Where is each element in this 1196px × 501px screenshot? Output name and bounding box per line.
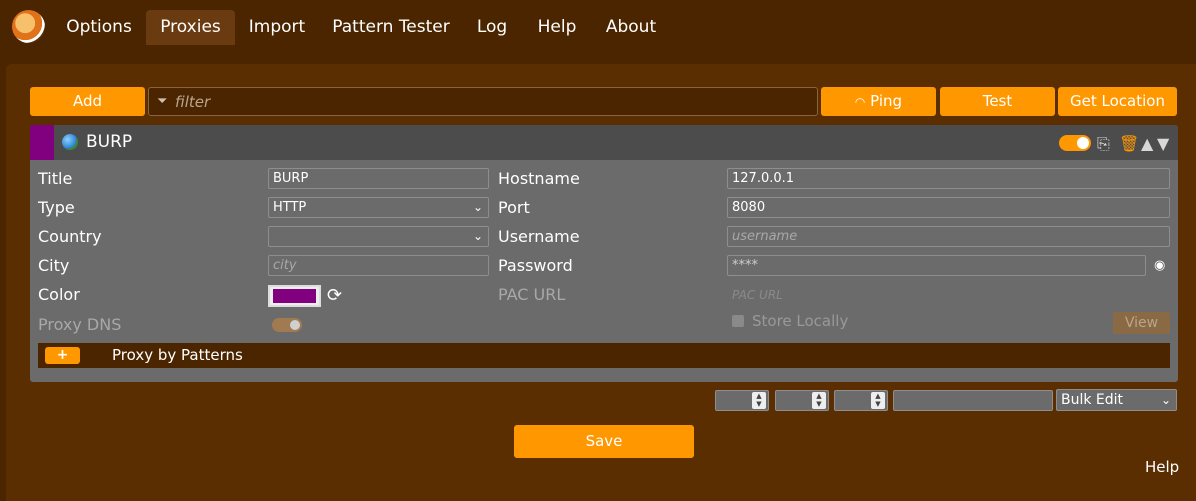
- ping-button[interactable]: ◠ Ping: [821, 87, 936, 116]
- color-picker[interactable]: [268, 285, 321, 307]
- add-pattern-button[interactable]: +: [45, 347, 80, 364]
- title-input[interactable]: BURP: [268, 168, 489, 189]
- ping-label: Ping: [870, 92, 903, 110]
- password-label: Password: [498, 256, 573, 275]
- city-label: City: [38, 256, 70, 275]
- wifi-icon: ◠: [854, 95, 866, 109]
- bulk-edit-value: Bulk Edit: [1061, 392, 1124, 408]
- tab-options[interactable]: Options: [58, 10, 140, 45]
- bulk-text-input[interactable]: [893, 390, 1053, 411]
- get-location-button[interactable]: Get Location: [1058, 87, 1177, 116]
- type-label: Type: [38, 198, 75, 217]
- country-label: Country: [38, 227, 102, 246]
- filter-icon: ⏷: [157, 94, 168, 109]
- tab-help[interactable]: Help: [530, 10, 584, 45]
- foxyproxy-logo-icon: [12, 10, 45, 43]
- save-button[interactable]: Save: [514, 425, 694, 458]
- patterns-label: Proxy by Patterns: [112, 346, 243, 364]
- eye-icon[interactable]: ◉: [1154, 258, 1165, 273]
- chevron-down-icon: ⌄: [472, 229, 483, 243]
- proxy-dns-toggle[interactable]: [272, 318, 302, 332]
- bulk-number-input-2[interactable]: ▲ ▼: [775, 390, 829, 411]
- color-label: Color: [38, 285, 80, 304]
- hostname-input[interactable]: 127.0.0.1: [727, 168, 1170, 189]
- globe-icon: [62, 134, 78, 150]
- proxy-dns-label: Proxy DNS: [38, 315, 122, 334]
- proxy-color-strip: [30, 125, 54, 160]
- pac-url-input[interactable]: PAC URL: [727, 285, 1170, 306]
- duplicate-icon[interactable]: ⎘: [1097, 134, 1110, 154]
- username-input[interactable]: username: [727, 226, 1170, 247]
- move-down-icon[interactable]: ▼: [1157, 134, 1169, 153]
- filter-field: ⏷: [148, 87, 818, 116]
- title-label: Title: [38, 169, 73, 188]
- type-select[interactable]: HTTP ⌄: [268, 197, 489, 218]
- proxy-name: BURP: [86, 132, 133, 152]
- port-input[interactable]: 8080: [727, 197, 1170, 218]
- pac-url-label: PAC URL: [498, 285, 566, 304]
- tab-pattern-tester[interactable]: Pattern Tester: [326, 10, 456, 45]
- city-input[interactable]: city: [268, 255, 489, 276]
- patterns-bar: + Proxy by Patterns: [38, 343, 1170, 368]
- username-label: Username: [498, 227, 580, 246]
- proxy-enabled-toggle[interactable]: [1059, 135, 1091, 151]
- bulk-number-input-1[interactable]: ▲ ▼: [715, 390, 769, 411]
- country-select[interactable]: ⌄: [268, 226, 489, 247]
- bulk-number-input-3[interactable]: ▲ ▼: [834, 390, 888, 411]
- store-locally-label: Store Locally: [752, 312, 849, 330]
- password-input[interactable]: ****: [727, 255, 1146, 276]
- tab-about[interactable]: About: [598, 10, 664, 45]
- port-label: Port: [498, 198, 530, 217]
- store-locally-checkbox[interactable]: [732, 315, 744, 327]
- view-button[interactable]: View: [1113, 312, 1170, 334]
- chevron-down-icon: ⌄: [472, 200, 483, 214]
- top-nav: Options Proxies Import Pattern Tester Lo…: [0, 0, 1196, 54]
- delete-icon[interactable]: 🗑: [1119, 134, 1139, 153]
- bulk-edit-select[interactable]: Bulk Edit ⌄: [1056, 389, 1177, 411]
- filter-input[interactable]: [175, 90, 805, 114]
- tab-proxies[interactable]: Proxies: [146, 10, 235, 45]
- help-link[interactable]: Help: [1145, 458, 1179, 476]
- move-up-icon[interactable]: ▲: [1141, 134, 1153, 153]
- proxy-card-header: BURP ⎘ 🗑 ▲ ▼: [30, 125, 1178, 160]
- tab-import[interactable]: Import: [241, 10, 313, 45]
- tab-log[interactable]: Log: [470, 10, 514, 45]
- chevron-down-icon: ⌄: [1160, 393, 1171, 407]
- type-value: HTTP: [273, 200, 307, 215]
- add-button[interactable]: Add: [30, 87, 145, 116]
- hostname-label: Hostname: [498, 169, 580, 188]
- test-button[interactable]: Test: [940, 87, 1055, 116]
- refresh-icon[interactable]: ⟳: [327, 285, 342, 306]
